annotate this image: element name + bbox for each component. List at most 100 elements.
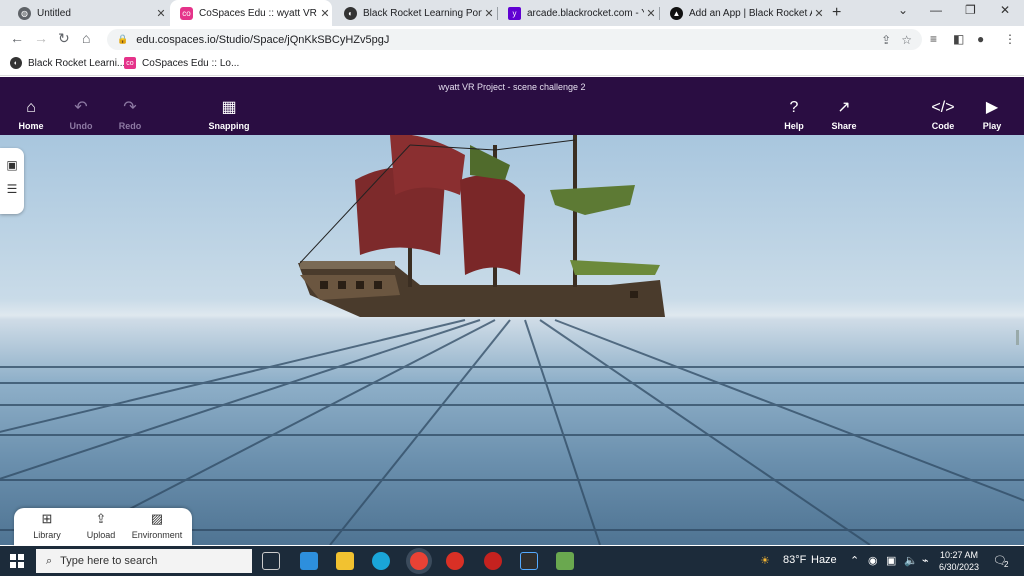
- snapping-grid-icon: ▦: [221, 99, 237, 116]
- share-button[interactable]: ↗ Share: [819, 99, 869, 131]
- search-icon: ⌕: [46, 554, 53, 567]
- weather-widget-icon[interactable]: [300, 552, 318, 570]
- tab-add-an-app[interactable]: ▲ Add an App | Black Rocket A ✕: [660, 0, 826, 26]
- restore-icon[interactable]: ❐: [965, 3, 976, 17]
- button-label: Share: [831, 121, 857, 131]
- button-label: Upload: [86, 530, 116, 540]
- weather-sun-icon[interactable]: ☀: [760, 554, 770, 567]
- bookmarks-bar: ◐ Black Rocket Learni... co CoSpaces Edu…: [0, 52, 1024, 76]
- address-bar[interactable]: 🔒 edu.cospaces.io/Studio/Space/jQnKkSBCy…: [107, 29, 922, 50]
- environment-button[interactable]: ▨ Environment: [128, 511, 186, 540]
- rocket-icon: ▲: [670, 6, 683, 20]
- close-icon[interactable]: ✕: [812, 7, 826, 20]
- button-label: Snapping: [208, 121, 250, 131]
- gallery-icon[interactable]: ▣: [0, 158, 24, 172]
- button-label: Home: [18, 121, 44, 131]
- new-tab-button[interactable]: +: [832, 4, 841, 22]
- cospaces-header: wyatt VR Project - scene challenge 2 ⌂ H…: [0, 77, 1024, 135]
- tab-search-chevron-icon[interactable]: ⌄: [898, 3, 908, 17]
- taskbar-search[interactable]: ⌕ Type here to search: [36, 549, 252, 573]
- browser-menu-icon[interactable]: ⋮: [1004, 32, 1016, 46]
- task-view-icon[interactable]: [262, 552, 280, 570]
- yahoo-icon: y: [508, 6, 521, 20]
- close-icon[interactable]: ✕: [644, 7, 658, 20]
- share-icon: ↗: [837, 99, 851, 116]
- weather-temp[interactable]: 83°F: [783, 554, 806, 566]
- tray-circle-icon[interactable]: ◉: [868, 554, 878, 567]
- code-button[interactable]: </> Code: [918, 99, 968, 131]
- tab-black-rocket-portal[interactable]: ◐ Black Rocket Learning Portal ✕: [334, 0, 496, 26]
- terminal-icon[interactable]: [520, 552, 538, 570]
- bookmark-star-icon[interactable]: ☆: [901, 33, 912, 47]
- windows-start-icon[interactable]: [10, 554, 24, 568]
- close-icon[interactable]: ✕: [154, 7, 168, 20]
- profile-avatar-icon[interactable]: ●: [977, 32, 984, 46]
- reading-list-icon[interactable]: ≡: [930, 32, 937, 46]
- cospaces-logo-icon: co: [180, 6, 193, 20]
- taskbar-clock[interactable]: 10:27 AM 6/30/2023: [938, 549, 980, 573]
- bookmark-cospaces[interactable]: co CoSpaces Edu :: Lo...: [124, 57, 239, 69]
- close-icon[interactable]: ✕: [482, 7, 496, 20]
- button-label: Play: [982, 121, 1002, 131]
- side-panel: ▣ ☰: [0, 148, 24, 214]
- scene-viewport[interactable]: [0, 135, 1024, 545]
- help-button[interactable]: ? Help: [769, 99, 819, 131]
- chrome-icon[interactable]: [410, 552, 428, 570]
- help-icon: ?: [789, 99, 799, 116]
- side-panel-icon[interactable]: ◧: [953, 32, 964, 46]
- minecraft-icon[interactable]: [556, 552, 574, 570]
- weather-condition[interactable]: Haze: [811, 554, 837, 566]
- windows-taskbar: ⌕ Type here to search ☀ 83°F Haze ⌃ ◉ ▣ …: [0, 546, 1024, 576]
- file-explorer-icon[interactable]: [336, 552, 354, 570]
- project-title: wyatt VR Project - scene challenge 2: [438, 82, 586, 92]
- close-icon[interactable]: ✕: [318, 7, 332, 20]
- notification-count: 2: [1004, 560, 1009, 569]
- button-label: Undo: [69, 121, 93, 131]
- lock-icon[interactable]: 🔒: [117, 34, 128, 45]
- forward-arrow-icon[interactable]: →: [34, 30, 48, 46]
- chrome-red-icon[interactable]: [446, 552, 464, 570]
- scene-graphics: [0, 135, 1024, 545]
- clock-time: 10:27 AM: [939, 550, 979, 560]
- tab-arcade[interactable]: y arcade.blackrocket.com - Yah ✕: [498, 0, 658, 26]
- chrome-red-2-icon[interactable]: [484, 552, 502, 570]
- network-icon[interactable]: ⌁: [922, 554, 929, 567]
- play-button[interactable]: ▶ Play: [967, 99, 1017, 131]
- button-label: Code: [931, 121, 955, 131]
- bookmark-black-rocket[interactable]: ◐ Black Rocket Learni...: [10, 57, 125, 69]
- tray-app-icon[interactable]: ▣: [886, 554, 896, 567]
- browser-tab-strip: ◍ Untitled ✕ co CoSpaces Edu :: wyatt VR…: [0, 0, 1024, 26]
- home-page-icon[interactable]: ⌂: [82, 30, 90, 46]
- upload-button[interactable]: ⇪ Upload: [72, 511, 130, 540]
- bottom-panel: ⊞ Library ⇪ Upload ▨ Environment: [14, 508, 192, 548]
- library-button[interactable]: ⊞ Library: [18, 511, 76, 540]
- edge-icon[interactable]: [372, 552, 390, 570]
- blackrocket-icon: ◐: [10, 57, 22, 69]
- tab-untitled[interactable]: ◍ Untitled ✕: [8, 0, 168, 26]
- scene-edge-handle: [1016, 330, 1019, 345]
- redo-button[interactable]: ↷ Redo: [105, 99, 155, 131]
- window-close-icon[interactable]: ✕: [1000, 3, 1010, 17]
- home-button[interactable]: ⌂ Home: [6, 99, 56, 131]
- snapping-button[interactable]: ▦ Snapping: [204, 99, 254, 131]
- environment-icon: ▨: [150, 511, 164, 526]
- clock-date: 6/30/2023: [938, 562, 980, 572]
- tab-cospaces[interactable]: co CoSpaces Edu :: wyatt VR Pro ✕: [170, 0, 332, 26]
- undo-button[interactable]: ↶ Undo: [56, 99, 106, 131]
- undo-icon: ↶: [74, 99, 88, 116]
- play-icon: ▶: [985, 99, 999, 116]
- list-icon[interactable]: ☰: [0, 182, 24, 196]
- reload-icon[interactable]: ↻: [58, 30, 70, 47]
- button-label: Help: [784, 121, 804, 131]
- back-arrow-icon[interactable]: ←: [10, 30, 24, 46]
- globe-icon: ◍: [18, 6, 31, 20]
- redo-icon: ↷: [123, 99, 137, 116]
- tab-title: Untitled: [37, 7, 71, 19]
- volume-icon[interactable]: 🔈: [904, 554, 918, 567]
- code-icon: </>: [931, 99, 955, 116]
- chevron-up-icon[interactable]: ⌃: [850, 554, 859, 567]
- minimize-icon[interactable]: —: [930, 3, 942, 17]
- button-label: Environment: [131, 530, 183, 540]
- home-icon: ⌂: [26, 99, 36, 116]
- share-page-icon[interactable]: ⇪: [881, 33, 891, 47]
